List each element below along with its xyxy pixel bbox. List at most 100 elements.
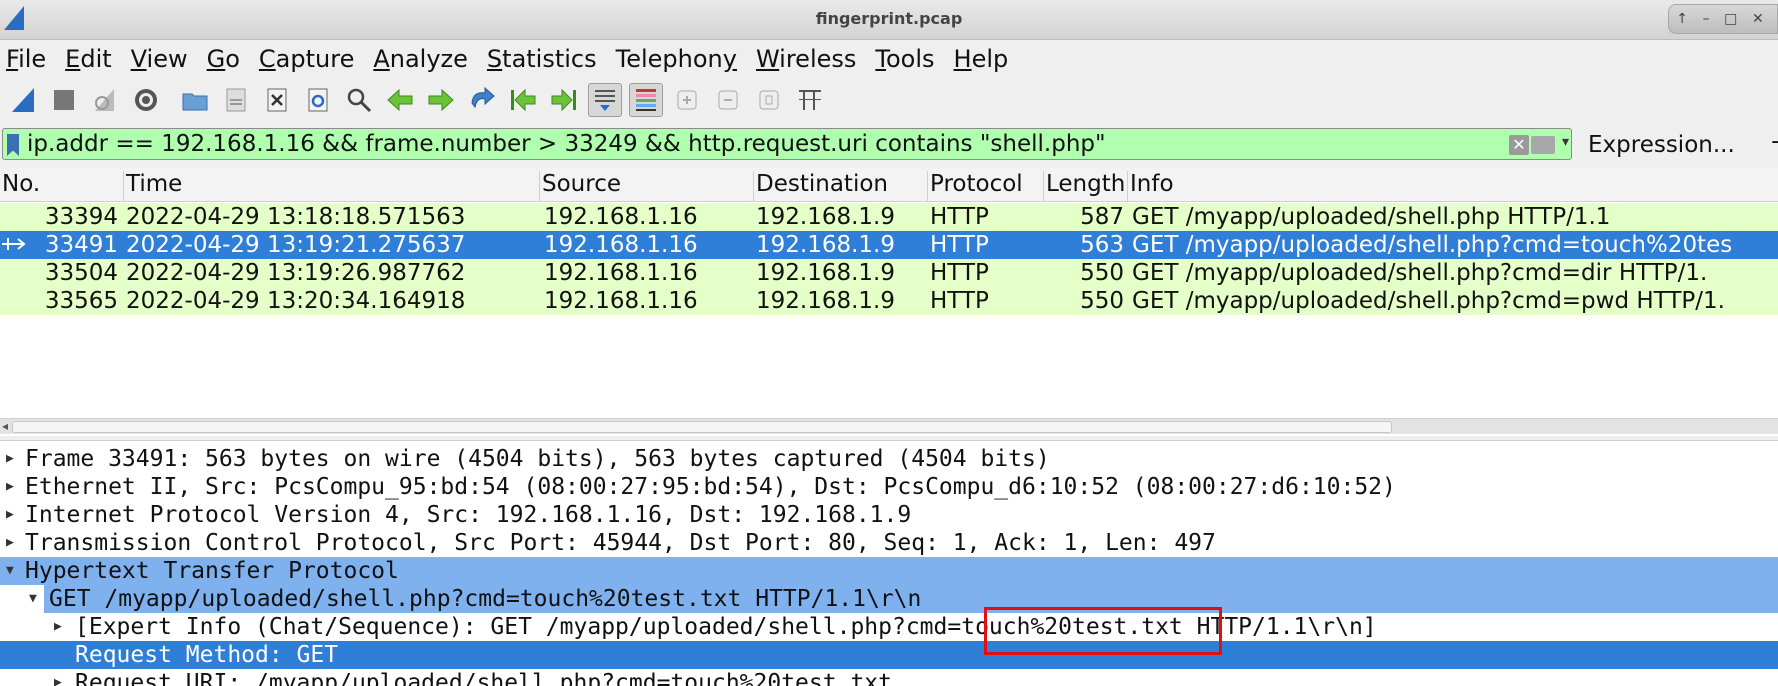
packet-time: 2022-04-29 13:19:21.275637 [126, 232, 466, 258]
packet-protocol: HTTP [930, 260, 989, 286]
column-source[interactable]: Source [542, 171, 754, 201]
display-filter-bar: ip.addr == 192.168.1.16 && frame.number … [0, 126, 1778, 162]
packet-no: 33504 [44, 260, 118, 286]
scrollbar-thumb[interactable] [12, 421, 1392, 433]
packet-details-pane: ▶ Frame 33491: 563 bytes on wire (4504 b… [0, 440, 1778, 686]
packet-no: 33565 [44, 288, 118, 314]
display-filter-input[interactable]: ip.addr == 192.168.1.16 && frame.number … [2, 128, 1572, 160]
display-filter-text[interactable]: ip.addr == 192.168.1.16 && frame.number … [27, 131, 1106, 157]
packet-list-header: No. Time Source Destination Protocol Len… [0, 168, 1778, 202]
main-toolbar [0, 78, 1778, 122]
detail-ipv4[interactable]: ▶ Internet Protocol Version 4, Src: 192.… [0, 501, 1778, 529]
detail-frame[interactable]: ▶ Frame 33491: 563 bytes on wire (4504 b… [0, 445, 1778, 473]
packet-source: 192.168.1.16 [544, 260, 698, 286]
go-forward-icon[interactable] [424, 83, 458, 117]
window-title: fingerprint.pcap [815, 9, 963, 28]
packet-source: 192.168.1.16 [544, 204, 698, 230]
packet-destination: 192.168.1.9 [756, 260, 895, 286]
expand-arrow-icon[interactable]: ▶ [6, 535, 14, 550]
column-time[interactable]: Time [126, 171, 540, 201]
expand-arrow-icon[interactable]: ▶ [54, 619, 62, 634]
filter-dropdown-icon[interactable]: ▾ [1562, 134, 1569, 150]
add-filter-button[interactable]: + [1770, 130, 1778, 155]
packet-row[interactable]: 33394 2022-04-29 13:18:18.571563 192.168… [0, 203, 1778, 231]
go-back-icon[interactable] [383, 83, 417, 117]
menu-go[interactable]: Go [207, 45, 240, 73]
colorize-icon[interactable] [629, 83, 663, 117]
menu-view[interactable]: View [131, 45, 188, 73]
packet-no: 33491 [44, 232, 118, 258]
window-controls: ↑ – □ ✕ [1668, 4, 1778, 34]
normal-size-icon[interactable] [752, 83, 786, 117]
detail-tcp[interactable]: ▶ Transmission Control Protocol, Src Por… [0, 529, 1778, 557]
packet-destination: 192.168.1.9 [756, 288, 895, 314]
menu-help[interactable]: Help [954, 45, 1009, 73]
zoom-in-icon[interactable] [670, 83, 704, 117]
column-no[interactable]: No. [2, 171, 124, 201]
find-packet-icon[interactable] [342, 83, 376, 117]
packet-protocol: HTTP [930, 232, 989, 258]
detail-http-request-line[interactable]: ▼ GET /myapp/uploaded/shell.php?cmd=touc… [0, 585, 1778, 613]
menu-bar: File Edit View Go Capture Analyze Statis… [0, 40, 1778, 78]
detail-ethernet[interactable]: ▶ Ethernet II, Src: PcsCompu_95:bd:54 (0… [0, 473, 1778, 501]
capture-options-icon[interactable] [129, 83, 163, 117]
packet-row[interactable]: 33565 2022-04-29 13:20:34.164918 192.168… [0, 287, 1778, 315]
window-maximize-button[interactable]: □ [1724, 11, 1737, 27]
highlight-annotation-box [984, 607, 1222, 655]
zoom-out-icon[interactable] [711, 83, 745, 117]
packet-destination: 192.168.1.9 [756, 204, 895, 230]
resize-columns-icon[interactable] [793, 83, 827, 117]
menu-file[interactable]: File [6, 45, 46, 73]
bookmark-icon[interactable] [7, 134, 19, 156]
packet-row-selected[interactable]: 33491 2022-04-29 13:19:21.275637 192.168… [0, 231, 1778, 259]
packet-row[interactable]: 33504 2022-04-29 13:19:26.987762 192.168… [0, 259, 1778, 287]
packet-list-scrollbar[interactable]: ◂ [0, 418, 1778, 434]
detail-request-uri[interactable]: ▶ Request URI: /myapp/uploaded/shell.php… [0, 669, 1778, 686]
packet-no: 33394 [44, 204, 118, 230]
scroll-left-icon[interactable]: ◂ [2, 419, 8, 433]
apply-filter-icon[interactable] [1531, 136, 1555, 154]
start-capture-icon[interactable] [6, 83, 40, 117]
collapse-arrow-icon[interactable]: ▼ [6, 563, 14, 578]
stop-capture-icon[interactable] [47, 83, 81, 117]
packet-source: 192.168.1.16 [544, 232, 698, 258]
packet-length: 550 [1080, 288, 1124, 314]
menu-edit[interactable]: Edit [65, 45, 111, 73]
window-close-button[interactable]: ✕ [1752, 11, 1764, 27]
menu-analyze[interactable]: Analyze [373, 45, 468, 73]
menu-telephony[interactable]: Telephony [616, 45, 737, 73]
packet-length: 587 [1080, 204, 1124, 230]
column-destination[interactable]: Destination [756, 171, 928, 201]
packet-destination: 192.168.1.9 [756, 232, 895, 258]
packet-list: No. Time Source Destination Protocol Len… [0, 168, 1778, 436]
save-file-icon[interactable] [219, 83, 253, 117]
detail-http[interactable]: ▼ Hypertext Transfer Protocol [0, 557, 1778, 585]
reload-file-icon[interactable] [301, 83, 335, 117]
open-file-icon[interactable] [178, 83, 212, 117]
column-protocol[interactable]: Protocol [930, 171, 1044, 201]
window-minimize-button[interactable]: – [1703, 11, 1710, 27]
menu-tools[interactable]: Tools [875, 45, 934, 73]
expand-arrow-icon[interactable]: ▶ [6, 451, 14, 466]
detail-request-method[interactable]: Request Method: GET [0, 641, 1778, 669]
window-up-button[interactable]: ↑ [1676, 11, 1688, 27]
menu-capture[interactable]: Capture [259, 45, 354, 73]
clear-filter-icon[interactable]: ✕ [1509, 135, 1529, 155]
expand-arrow-icon[interactable]: ▶ [54, 675, 62, 686]
column-length[interactable]: Length [1046, 171, 1128, 201]
go-first-icon[interactable] [506, 83, 540, 117]
expand-arrow-icon[interactable]: ▶ [6, 507, 14, 522]
close-file-icon[interactable] [260, 83, 294, 117]
restart-capture-icon[interactable] [88, 83, 122, 117]
expand-arrow-icon[interactable]: ▶ [6, 479, 14, 494]
expression-button[interactable]: Expression... [1588, 132, 1735, 158]
menu-wireless[interactable]: Wireless [756, 45, 856, 73]
go-to-packet-icon[interactable] [465, 83, 499, 117]
menu-statistics[interactable]: Statistics [487, 45, 597, 73]
autoscroll-icon[interactable] [588, 83, 622, 117]
collapse-arrow-icon[interactable]: ▼ [29, 591, 37, 606]
column-info[interactable]: Info [1130, 171, 1174, 201]
go-last-icon[interactable] [547, 83, 581, 117]
detail-expert-info[interactable]: ▶ [Expert Info (Chat/Sequence): GET /mya… [0, 613, 1778, 641]
packet-length: 563 [1080, 232, 1124, 258]
